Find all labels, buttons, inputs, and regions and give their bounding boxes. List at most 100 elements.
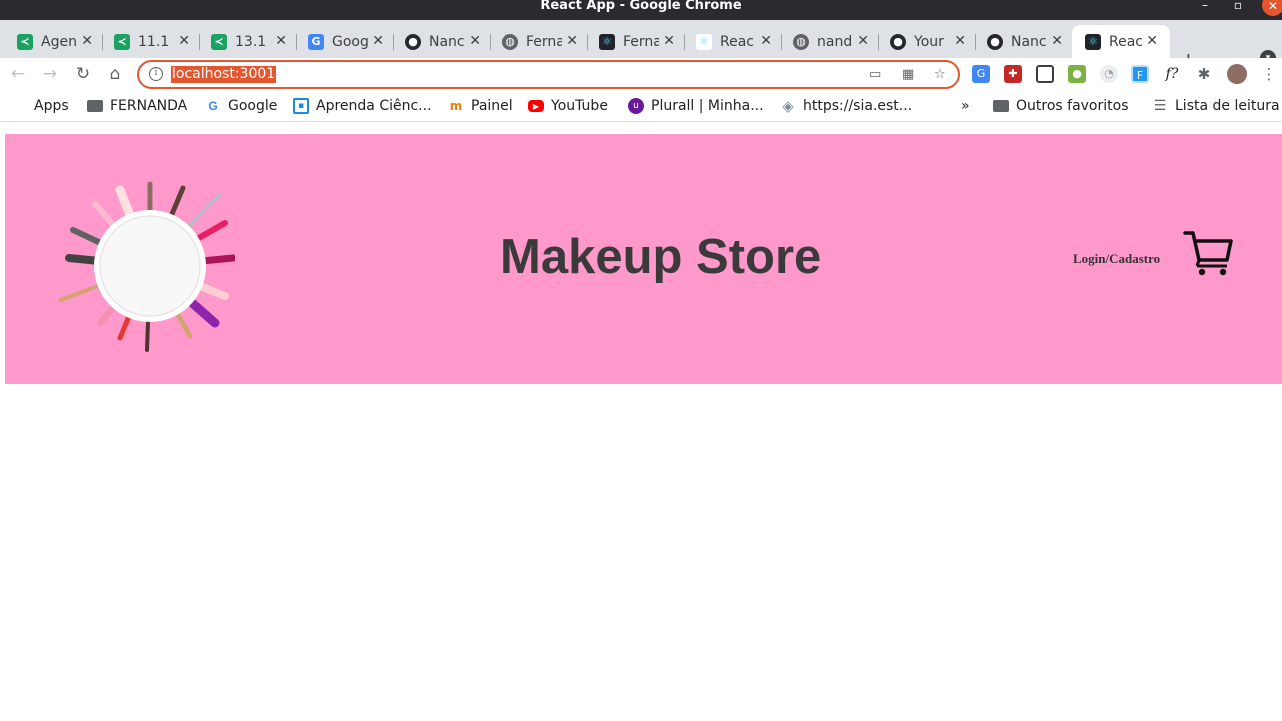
tab[interactable]: ⚛ Reac ✕ [679, 25, 782, 58]
tab[interactable]: ● Nanc ✕ [388, 25, 491, 58]
close-tab-icon[interactable]: ✕ [178, 33, 190, 49]
bookmark-google[interactable]: G Google [205, 98, 277, 114]
tab-label: 13.1 [235, 33, 267, 50]
overflow-chevron-icon: » [961, 98, 970, 114]
folder-icon [87, 98, 103, 114]
github-icon: ● [890, 33, 906, 50]
cast-icon[interactable]: ▭ [869, 67, 881, 82]
google-icon: G [208, 99, 218, 113]
tab-label: 11.1 [138, 33, 170, 50]
reading-list[interactable]: ☰ Lista de leitura [1152, 98, 1280, 114]
tab-label: Your [914, 33, 944, 50]
tab-label: Goog [332, 33, 368, 50]
close-tab-icon[interactable]: ✕ [81, 33, 93, 49]
tab[interactable]: ≺ 11.1 ✕ [97, 25, 200, 58]
tab[interactable]: G Goog ✕ [291, 25, 394, 58]
bookmark-folder-other[interactable]: Outros favoritos [993, 98, 1129, 114]
login-link[interactable]: Login/Cadastro [1073, 251, 1160, 267]
home-icon[interactable]: ⌂ [103, 62, 127, 86]
bookmark-label: Lista de leitura [1175, 98, 1280, 114]
react-icon: ⚛ [599, 33, 615, 50]
extensions-puzzle-icon[interactable]: ✱ [1195, 65, 1213, 83]
close-tab-icon[interactable]: ✕ [566, 33, 578, 49]
bookmark-star-icon[interactable]: ☆ [934, 67, 946, 82]
bookmark-apps[interactable]: Apps [11, 98, 69, 114]
tab[interactable]: ◍ Ferna ✕ [485, 25, 588, 58]
translate-extension-icon[interactable]: G [972, 65, 990, 83]
address-bar[interactable]: i localhost:3001 ▭ ▦ ☆ [137, 60, 960, 89]
bookmark-label: https://sia.est... [803, 98, 913, 114]
extension-icon[interactable]: ◔ [1100, 65, 1118, 83]
bookmarks-overflow[interactable]: » [961, 98, 970, 114]
page-title: Makeup Store [500, 230, 822, 284]
tab[interactable]: ≺ Agen ✕ [0, 25, 103, 58]
bookmark-youtube[interactable]: ▶ YouTube [528, 98, 608, 114]
apps-icon [11, 98, 27, 114]
sheet-icon: ≺ [114, 33, 130, 50]
globe-icon: ◍ [793, 33, 809, 50]
bookmark-label: YouTube [551, 98, 608, 114]
translate-icon: G [308, 33, 324, 50]
close-tab-icon[interactable]: ✕ [857, 33, 869, 49]
formula-icon[interactable]: f? [1163, 65, 1181, 83]
tab[interactable]: ◍ nand ✕ [776, 25, 879, 58]
menu-icon[interactable]: ⋮ [1260, 65, 1278, 83]
browser-toolbar: ← → ↻ ⌂ i localhost:3001 ▭ ▦ ☆ G ✚ ● ◔ F… [0, 58, 1282, 92]
frog-extension-icon[interactable]: ● [1068, 65, 1086, 83]
bookmark-painel[interactable]: m Painel [448, 98, 513, 114]
window-title: React App - Google Chrome [540, 0, 742, 13]
tab-label: Nanc [429, 33, 465, 50]
tab[interactable]: ● Nanc ✕ [970, 25, 1073, 58]
tab[interactable]: ⚛ Ferna ✕ [582, 25, 685, 58]
bookmark-label: Plurall | Minha... [651, 98, 764, 114]
minimize-icon[interactable]: – [1196, 0, 1214, 14]
cart-icon[interactable] [1183, 230, 1233, 276]
reading-list-icon: ☰ [1153, 98, 1167, 114]
tab-label: Reac [720, 33, 754, 50]
close-tab-icon[interactable]: ✕ [1051, 33, 1063, 49]
makeup-logo [59, 181, 235, 352]
bookmark-sia[interactable]: ◈ https://sia.est... [780, 97, 913, 115]
close-tab-icon[interactable]: ✕ [1146, 33, 1158, 49]
window-titlebar: React App - Google Chrome – ▫ ✕ [0, 0, 1282, 20]
tab[interactable]: ≺ 13.1 ✕ [194, 25, 297, 58]
reload-icon[interactable]: ↻ [71, 62, 95, 86]
close-tab-icon[interactable]: ✕ [469, 33, 481, 49]
bookmark-plurall[interactable]: u Plurall | Minha... [628, 98, 764, 114]
github-icon: ● [987, 33, 1003, 50]
close-tab-icon[interactable]: ✕ [275, 33, 287, 49]
site-header: Makeup Store Login/Cadastro [5, 134, 1282, 384]
maximize-icon[interactable]: ▫ [1229, 0, 1247, 14]
bookmark-label: FERNANDA [110, 98, 188, 114]
close-tab-icon[interactable]: ✕ [760, 33, 772, 49]
globe-icon: ◍ [502, 33, 518, 50]
qr-code-icon[interactable]: ▦ [902, 67, 914, 82]
bookmark-label: Outros favoritos [1016, 98, 1129, 114]
close-window-icon[interactable]: ✕ [1262, 0, 1282, 16]
back-icon[interactable]: ← [6, 62, 30, 86]
cube-icon: ◈ [782, 97, 794, 115]
close-tab-icon[interactable]: ✕ [372, 33, 384, 49]
close-tab-icon[interactable]: ✕ [663, 33, 675, 49]
sheet-icon: ≺ [17, 33, 33, 50]
bookmark-label: Google [228, 98, 278, 114]
tab[interactable]: ● Your ✕ [873, 25, 976, 58]
url-text[interactable]: localhost:3001 [171, 66, 277, 83]
tab-active[interactable]: ⚛ Reac ✕ [1072, 25, 1170, 58]
github-icon: ● [405, 33, 421, 50]
fi-extension-icon[interactable]: F [1131, 65, 1149, 83]
tab-label: Nanc [1011, 33, 1047, 50]
tab-label: Ferna [526, 33, 562, 50]
close-tab-icon[interactable]: ✕ [954, 33, 966, 49]
bookmark-label: Aprenda Ciênc... [316, 98, 432, 114]
folder-icon [993, 98, 1009, 114]
bookmark-folder-fernanda[interactable]: FERNANDA [87, 98, 187, 114]
forward-icon[interactable]: → [38, 62, 62, 86]
screenshot-icon[interactable] [1036, 65, 1054, 83]
extension-icon[interactable]: ✚ [1004, 65, 1022, 83]
info-icon[interactable]: i [149, 67, 163, 81]
avatar[interactable] [1227, 64, 1247, 84]
tab-label: nand [817, 33, 853, 50]
bookmark-aprenda[interactable]: ▪ Aprenda Ciênc... [293, 98, 432, 114]
page-viewport: Makeup Store Login/Cadastro [0, 126, 1282, 721]
